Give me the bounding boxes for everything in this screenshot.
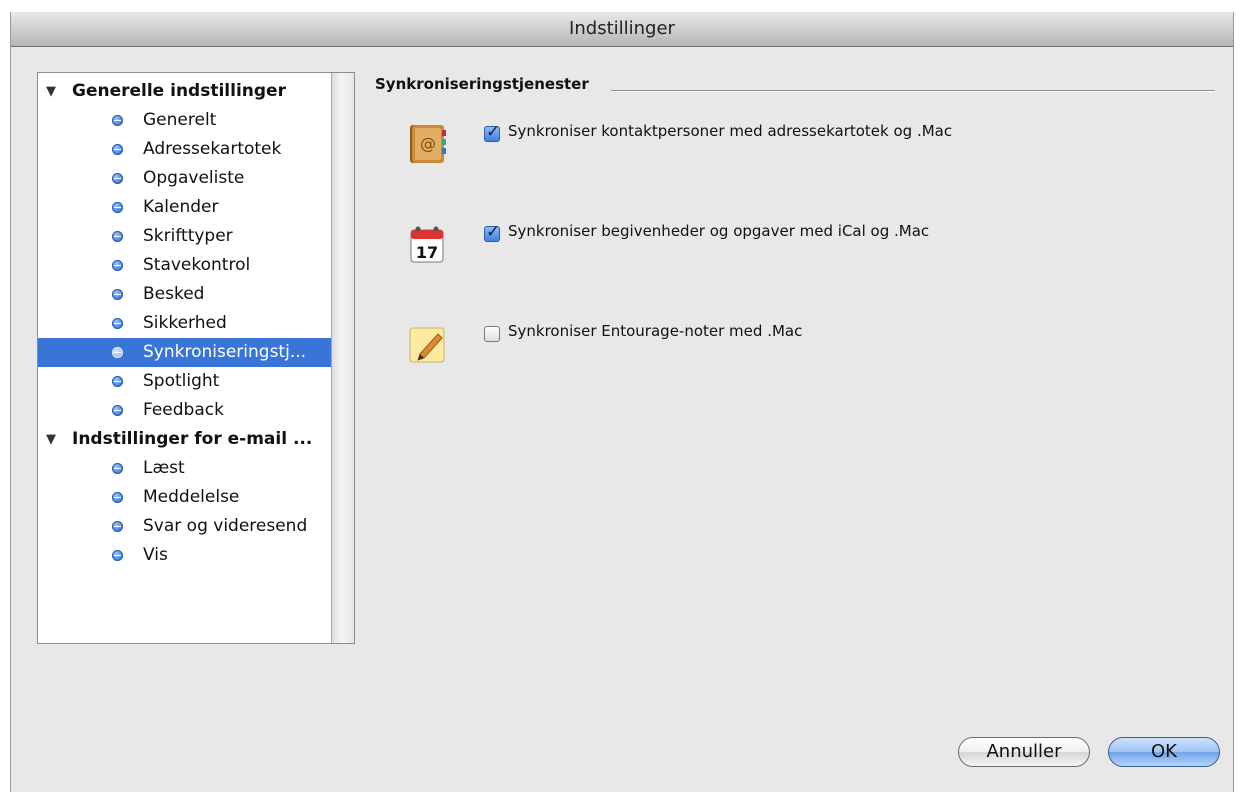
sync-contacts-checkbox[interactable] — [484, 122, 500, 142]
sidebar-item-svar-og-videresend[interactable]: Svar og videresend — [38, 512, 332, 541]
sidebar-item-opgaveliste[interactable]: Opgaveliste — [38, 164, 332, 193]
sidebar: ▼ Generelle indstillinger Generelt Adres… — [37, 72, 355, 644]
sidebar-item-kalender[interactable]: Kalender — [38, 193, 332, 222]
sidebar-group-label: Generelle indstillinger — [72, 81, 286, 101]
bullet-icon — [112, 318, 123, 329]
sidebar-item-label: Sikkerhed — [143, 313, 227, 333]
sidebar-item-meddelelse[interactable]: Meddelelse — [38, 483, 332, 512]
notes-icon — [409, 327, 445, 363]
svg-text:@: @ — [420, 134, 436, 153]
bullet-icon — [112, 289, 123, 300]
bullet-icon — [112, 115, 123, 126]
section-title: Synkroniseringstjenester — [375, 75, 597, 93]
sidebar-item-label: Adressekartotek — [143, 139, 282, 159]
sidebar-item-label: Stavekontrol — [143, 255, 251, 275]
bullet-icon — [112, 405, 123, 416]
sidebar-item-label: Svar og videresend — [143, 516, 308, 536]
sidebar-item-vis[interactable]: Vis — [38, 541, 332, 570]
sync-notes-checkbox[interactable] — [484, 326, 500, 342]
preferences-window: Indstillinger ▼ Generelle indstillinger … — [10, 12, 1234, 792]
bullet-icon — [112, 202, 123, 213]
ok-button[interactable]: OK — [1108, 737, 1220, 767]
sidebar-item-label: Feedback — [143, 400, 224, 420]
bullet-icon — [112, 173, 123, 184]
sidebar-group-general[interactable]: ▼ Generelle indstillinger — [38, 77, 332, 106]
sidebar-group-email[interactable]: ▼ Indstillinger for e-mail ... — [38, 425, 332, 454]
sidebar-scrollbar[interactable] — [331, 73, 354, 643]
sync-calendar-label[interactable]: Synkroniser begivenheder og opgaver med … — [508, 222, 929, 240]
bullet-icon — [112, 347, 123, 358]
sidebar-item-label: Vis — [143, 545, 168, 565]
sidebar-item-synkroniseringstjenester[interactable]: Synkroniseringstj... — [38, 338, 332, 367]
bullet-icon — [112, 260, 123, 271]
section-divider — [611, 90, 1215, 92]
calendar-day: 17 — [416, 243, 438, 262]
sidebar-item-skrifttyper[interactable]: Skrifttyper — [38, 222, 332, 251]
sidebar-item-laest[interactable]: Læst — [38, 454, 332, 483]
sidebar-item-label: Læst — [143, 458, 185, 478]
bullet-icon — [112, 376, 123, 387]
sidebar-item-label: Kalender — [143, 197, 219, 217]
sidebar-item-stavekontrol[interactable]: Stavekontrol — [38, 251, 332, 280]
sidebar-item-feedback[interactable]: Feedback — [38, 396, 332, 425]
bullet-icon — [112, 492, 123, 503]
sidebar-item-label: Opgaveliste — [143, 168, 245, 188]
sidebar-item-adressekartotek[interactable]: Adressekartotek — [38, 135, 332, 164]
sidebar-item-label: Meddelelse — [143, 487, 240, 507]
cancel-button[interactable]: Annuller — [958, 737, 1090, 767]
sidebar-item-besked[interactable]: Besked — [38, 280, 332, 309]
sidebar-item-label: Spotlight — [143, 371, 220, 391]
disclosure-triangle-icon[interactable]: ▼ — [46, 77, 56, 106]
sync-calendar-checkbox[interactable] — [484, 222, 500, 242]
bullet-icon — [112, 231, 123, 242]
sidebar-item-label: Generelt — [143, 110, 217, 130]
bullet-icon — [112, 521, 123, 532]
sidebar-item-label: Besked — [143, 284, 205, 304]
sync-notes-label[interactable]: Synkroniser Entourage-noter med .Mac — [508, 322, 802, 340]
sidebar-group-label: Indstillinger for e-mail ... — [72, 429, 313, 449]
disclosure-triangle-icon[interactable]: ▼ — [46, 425, 56, 454]
bullet-icon — [112, 550, 123, 561]
bullet-icon — [112, 144, 123, 155]
calendar-icon: 17 — [410, 226, 444, 263]
sidebar-item-sikkerhed[interactable]: Sikkerhed — [38, 309, 332, 338]
address-book-icon: @ — [410, 125, 446, 163]
bullet-icon — [112, 463, 123, 474]
sidebar-list: ▼ Generelle indstillinger Generelt Adres… — [38, 77, 332, 570]
sidebar-item-generelt[interactable]: Generelt — [38, 106, 332, 135]
sidebar-item-spotlight[interactable]: Spotlight — [38, 367, 332, 396]
sidebar-item-label: Skrifttyper — [143, 226, 233, 246]
sidebar-item-label: Synkroniseringstj... — [143, 342, 307, 362]
sync-contacts-label[interactable]: Synkroniser kontaktpersoner med adressek… — [508, 122, 952, 140]
window-title: Indstillinger — [11, 12, 1233, 47]
